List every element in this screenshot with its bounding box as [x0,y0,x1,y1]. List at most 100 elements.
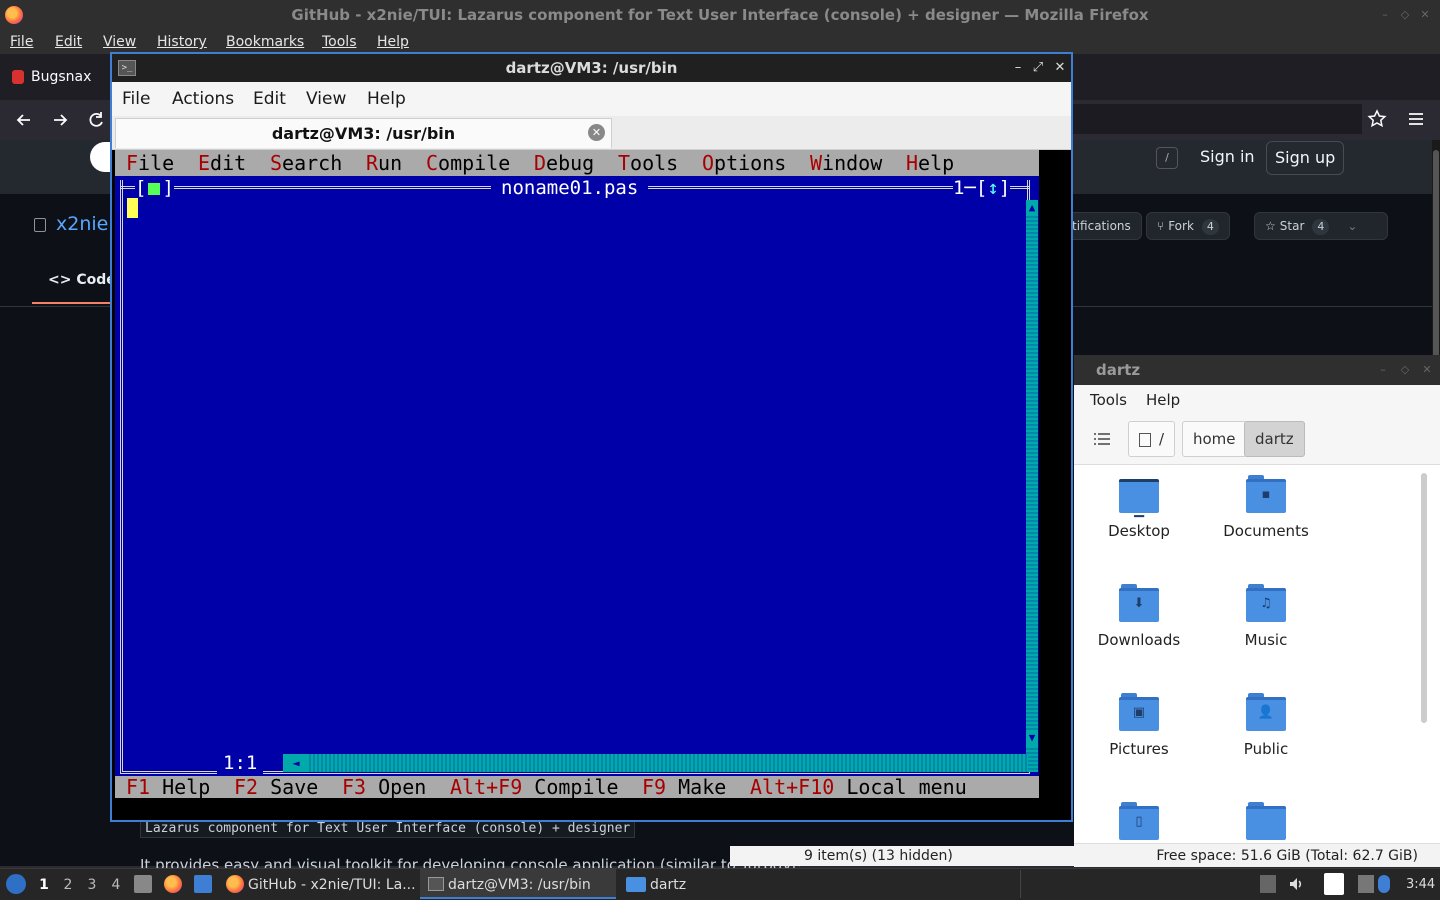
ide-menu-edit[interactable]: Edit [198,151,246,175]
minimize-icon[interactable]: – [1376,363,1390,377]
file-item[interactable]: ⬇ Downloads [1084,584,1194,650]
free-space: Free space: 51.6 GiB (Total: 62.7 GiB) [1156,848,1418,864]
firefox-menubar [0,30,1440,54]
file-item[interactable]: 👤 Public [1211,693,1321,759]
editor-window-number[interactable]: 1─[↕] [953,176,1011,200]
bookmark-star-icon[interactable] [1366,108,1388,130]
forward-icon[interactable] [50,110,70,130]
sign-in-link[interactable]: Sign in [1192,141,1263,175]
maximize-icon[interactable]: ⤢ [1030,60,1046,76]
fork-button[interactable]: ⑂ Fork 4 [1146,212,1230,240]
removable-drive-icon[interactable] [1260,875,1276,893]
desktop-switch-2[interactable]: 2 [60,876,76,894]
terminal-menu-help[interactable]: Help [367,88,406,110]
list-view-icon[interactable] [1094,433,1110,445]
file-item[interactable]: ▯ [1084,802,1194,840]
ide-menu-search[interactable]: Search [270,151,342,175]
star-button[interactable]: ☆ Star 4 ⌄ [1254,212,1388,240]
terminal-menu-edit[interactable]: Edit [253,88,286,110]
status-f2-save[interactable]: F2 Save [234,776,318,798]
task-terminal[interactable]: dartz@VM3: /usr/bin [448,876,591,894]
reload-icon[interactable] [86,110,106,130]
task-firefox[interactable]: GitHub - x2nie/TUI: La... [248,876,416,894]
terminal-tab[interactable]: dartz@VM3: /usr/bin [115,118,612,148]
file-item[interactable]: ▣ Pictures [1084,693,1194,759]
search-slash-key[interactable]: / [1156,147,1178,169]
close-icon[interactable]: ✕ [1052,60,1068,76]
file-item[interactable]: ▪ Documents [1211,475,1321,541]
maximize-icon[interactable]: ◇ [1398,363,1412,377]
chevron-down-icon[interactable]: ⌄ [1347,219,1357,233]
desktop-launcher-icon[interactable] [194,875,212,893]
volume-icon[interactable] [1288,875,1304,893]
sign-up-button[interactable]: Sign up [1266,141,1345,175]
ff-menu-file[interactable]: File [10,32,33,52]
breadcrumb-home[interactable]: home [1182,421,1247,457]
file-manager-launcher-icon[interactable] [134,875,152,893]
ff-menu-tools[interactable]: Tools [322,32,357,52]
ide-menu-window[interactable]: Window [810,151,882,175]
status-f1-help[interactable]: F1 Help [126,776,210,798]
editor-vertical-scrollbar[interactable] [1026,200,1038,772]
task-file-manager[interactable]: dartz [650,876,686,894]
minimize-icon[interactable]: – [1010,60,1026,76]
pictures-folder-icon: ▣ [1119,693,1159,731]
file-item[interactable]: ♫ Music [1211,584,1321,650]
desktop-switch-4[interactable]: 4 [108,876,124,894]
ide-menu-compile[interactable]: Compile [426,151,510,175]
notifications-button[interactable]: tifications [1062,212,1142,240]
ff-menu-view[interactable]: View [103,32,136,52]
editor-horizontal-scrollbar[interactable] [283,754,1028,772]
status-f9-make[interactable]: F9 Make [642,776,726,798]
ff-menu-help[interactable]: Help [377,32,409,52]
start-menu-icon[interactable] [6,874,26,894]
file-item[interactable] [1211,802,1321,840]
terminal-menu-view[interactable]: View [306,88,346,110]
terminal-app-icon[interactable]: >_ [118,60,136,76]
close-icon[interactable]: ✕ [1420,363,1434,377]
ide-menu-help[interactable]: Help [906,151,954,175]
ide-menu-run[interactable]: Run [366,151,402,175]
ff-menu-bookmarks[interactable]: Bookmarks [226,32,304,52]
back-icon[interactable] [14,110,34,130]
file-item[interactable]: ▁ Desktop [1084,475,1194,541]
scroll-down-icon[interactable]: ▼ [1026,730,1038,746]
file-grid-scrollbar[interactable] [1421,473,1427,723]
notification-icon[interactable] [1378,875,1390,893]
firefox-launcher-icon[interactable] [164,875,182,893]
ide-menu-debug[interactable]: Debug [534,151,594,175]
network-icon[interactable] [1358,875,1374,893]
terminal-menu-file[interactable]: File [122,88,150,110]
ide-menu-tools[interactable]: Tools [618,151,678,175]
fm-menu-help[interactable]: Help [1146,390,1180,410]
tab-close-icon[interactable]: ✕ [588,124,605,141]
tab-code[interactable]: <> Code [48,268,116,292]
ide-menu-options[interactable]: Options [702,151,786,175]
url-bar[interactable] [1072,104,1362,134]
minimize-icon[interactable]: – [1378,8,1392,22]
maximize-icon[interactable]: ◇ [1398,8,1412,22]
status-f3-open[interactable]: F3 Open [342,776,426,798]
desktop-switch-3[interactable]: 3 [84,876,100,894]
ide-menu-file[interactable]: File [126,151,174,175]
music-folder-icon: ♫ [1246,584,1286,622]
fork-label: Fork [1168,219,1194,233]
app-menu-icon[interactable] [1406,110,1426,128]
fm-menu-tools[interactable]: Tools [1090,390,1127,410]
clock[interactable]: 3:44 [1406,876,1435,894]
close-icon[interactable]: ✕ [1418,8,1432,22]
ff-menu-edit[interactable]: Edit [55,32,82,52]
terminal-menu-actions[interactable]: Actions [172,88,234,110]
page-scrollbar-thumb[interactable] [1433,150,1439,360]
ff-menu-history[interactable]: History [157,32,207,52]
editor-close-button[interactable]: [] [135,176,174,200]
clipboard-icon[interactable] [1324,873,1344,895]
status-altf10-local-menu[interactable]: Alt+F10 Local menu [750,776,967,798]
zoom-icon[interactable]: ↕ [987,177,998,199]
breadcrumb-root[interactable]: / [1128,421,1176,457]
desktop-switch-1[interactable]: 1 [36,876,52,894]
status-altf9-compile[interactable]: Alt+F9 Compile [450,776,619,798]
scroll-left-icon[interactable]: ◄ [283,754,309,772]
scroll-up-icon[interactable]: ▲ [1026,200,1038,216]
breadcrumb-dartz[interactable]: dartz [1244,421,1305,457]
